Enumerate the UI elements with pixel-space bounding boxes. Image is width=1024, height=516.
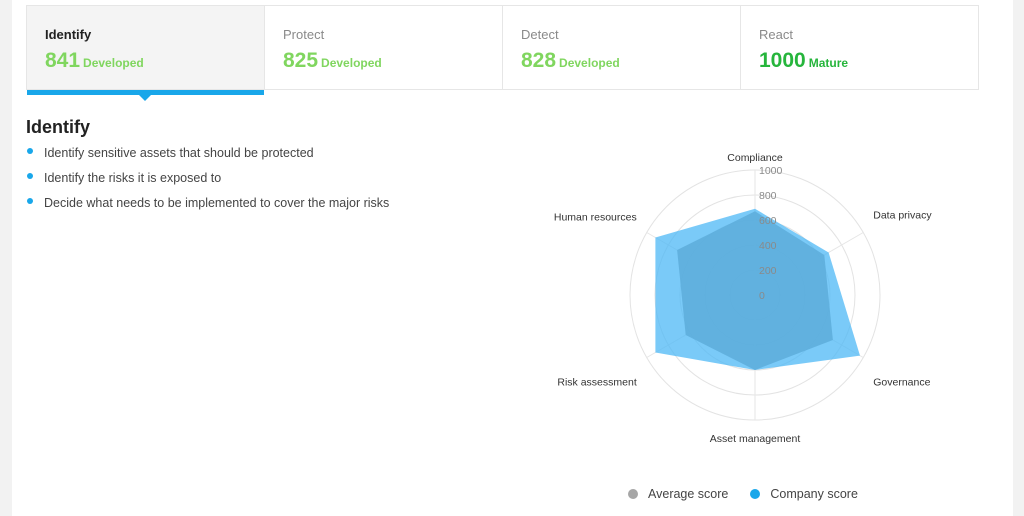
tab-level: Mature (808, 56, 849, 70)
bullet-text: Decide what needs to be implemented to c… (44, 196, 390, 210)
section-title: Identify (26, 117, 91, 137)
tab-score: 841 (45, 49, 81, 72)
bullet-dot-icon (27, 173, 33, 179)
radar-chart: 0 200 400 600 800 1000Compliance Data privacy G… (554, 152, 932, 445)
list-item: Identify sensitive assets that should be… (26, 145, 389, 170)
tab-protect[interactable]: Protect 825 Developed (265, 6, 503, 89)
list-item: Identify the risks it is exposed to (26, 170, 389, 195)
tab-level: Developed (559, 56, 620, 70)
radial-tick-label: 200 (759, 265, 777, 277)
tab-detect[interactable]: Detect 828 Developed (503, 6, 741, 89)
radial-tick-label: 1000 (759, 165, 783, 177)
tab-level: Developed (321, 56, 382, 70)
axis-label: Asset management (710, 433, 801, 445)
category-tabs: Identify 841 Developed Protect 825 Develop… (26, 5, 979, 101)
tab-score: 828 (521, 49, 557, 72)
tabs-divider (26, 89, 979, 90)
radial-tick-label: 800 (759, 190, 777, 202)
tab-score: 825 (283, 49, 319, 72)
axis-label: Risk assessment (557, 377, 636, 389)
legend-dot-icon (628, 489, 638, 499)
bullet-text: Identify the risks it is exposed to (44, 171, 222, 185)
section-bullet-list: Identify sensitive assets that should be… (26, 145, 389, 220)
legend-label: Average score (648, 487, 729, 501)
legend-item-average[interactable]: Average score (628, 487, 728, 501)
list-item: Decide what needs to be implemented to c… (26, 195, 389, 220)
bullet-dot-icon (27, 148, 33, 154)
tab-name: Identify (45, 27, 92, 42)
legend-item-company[interactable]: Company score (750, 487, 858, 501)
tab-name: Detect (521, 27, 559, 42)
tab-react[interactable]: React 1000 Mature (741, 6, 978, 89)
axis-label: Governance (873, 377, 930, 389)
radial-tick-label: 0 (759, 290, 765, 302)
tab-name: Protect (283, 27, 325, 42)
radial-tick-label: 400 (759, 240, 777, 252)
series-company-score (655, 208, 860, 370)
bullet-dot-icon (27, 198, 33, 204)
axis-label: Data privacy (873, 210, 932, 222)
radial-tick-label: 600 (759, 215, 777, 227)
tab-score: 1000 (759, 49, 806, 72)
caret-down-icon (139, 95, 151, 101)
axis-label: Human resources (554, 212, 637, 224)
tab-name: React (759, 27, 793, 42)
legend-dot-icon (750, 489, 761, 499)
tab-level: Developed (83, 56, 144, 70)
tab-identify[interactable]: Identify 841 Developed (27, 6, 265, 101)
bullet-text: Identify sensitive assets that should be… (44, 146, 314, 160)
axis-label: Compliance (727, 152, 783, 164)
chart-legend: Average score Company score (628, 487, 858, 501)
legend-label: Company score (770, 487, 858, 501)
